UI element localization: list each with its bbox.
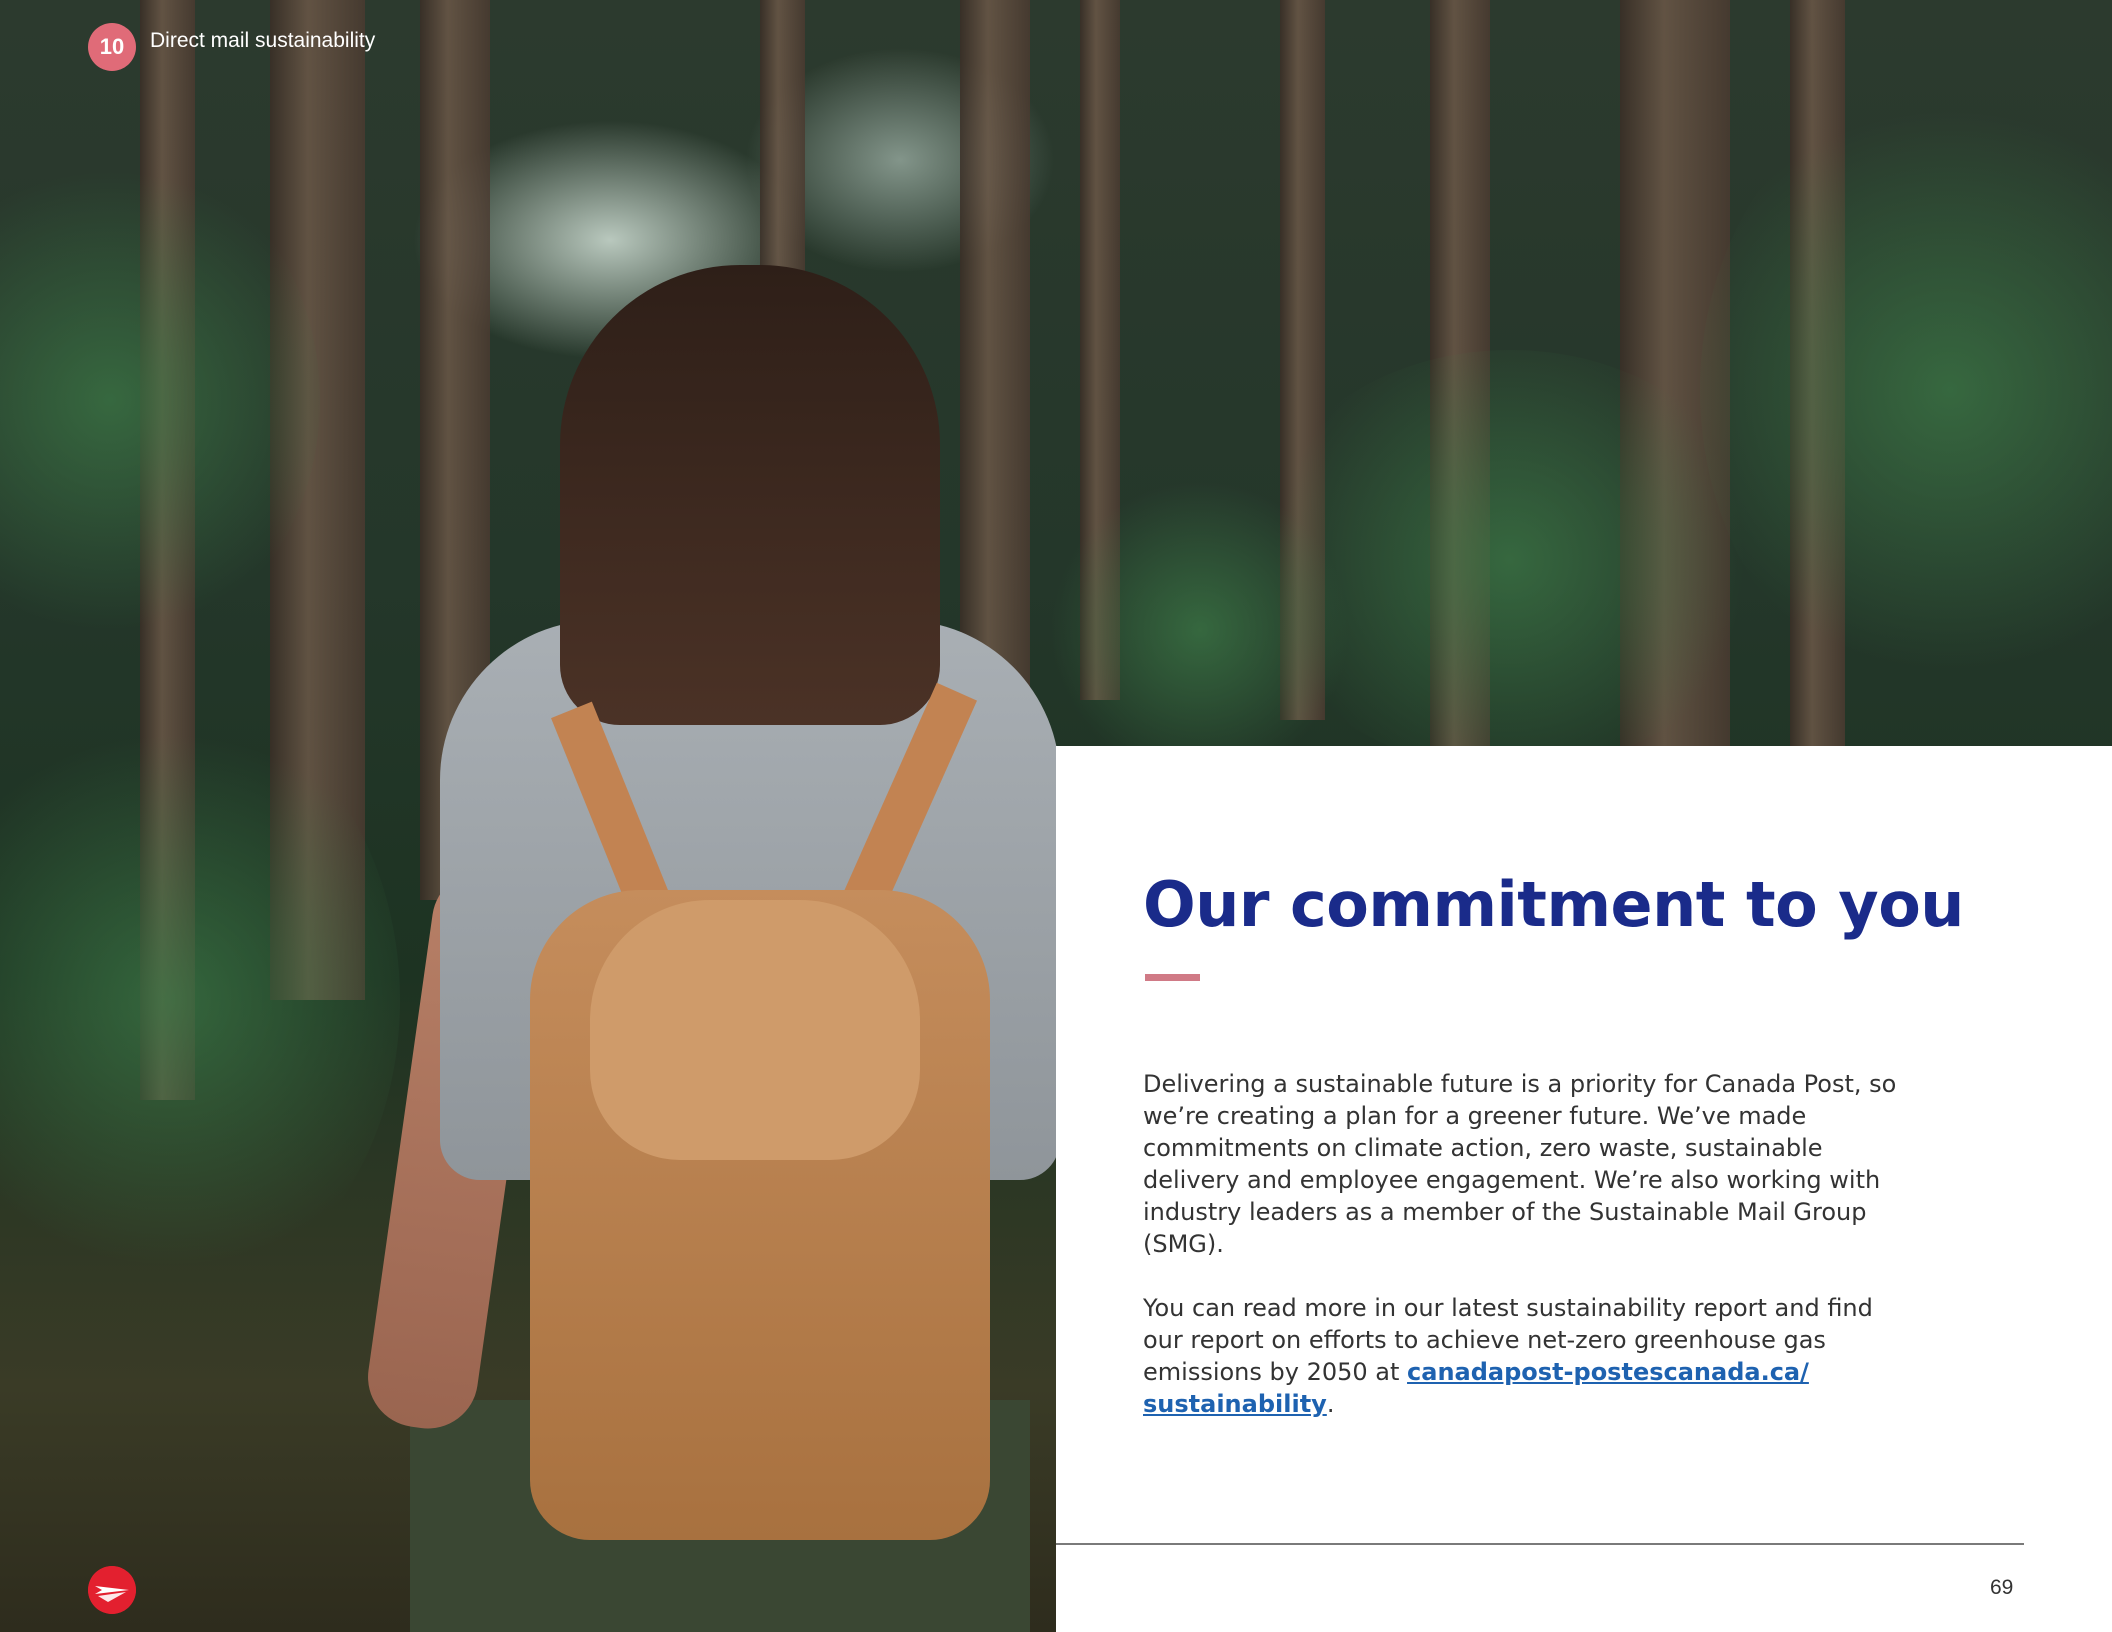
link-text-line-2: sustainability [1143, 1390, 1327, 1418]
chapter-number-badge: 10 [88, 23, 136, 71]
paragraph-2-end: . [1326, 1390, 1335, 1418]
footer-divider [1056, 1543, 2024, 1545]
link-text-line-1: canadapost-postescanada.ca/ [1407, 1358, 1809, 1386]
accent-divider [1145, 974, 1200, 981]
page-title: Our commitment to you [1143, 868, 1964, 941]
body-paragraph-1: Delivering a sustainable future is a pri… [1143, 1070, 1897, 1258]
page-number: 69 [1990, 1576, 2014, 1599]
canada-post-logo-icon [88, 1566, 136, 1614]
body-paragraph-2: You can read more in our latest sustaina… [1143, 1292, 1903, 1420]
section-title: Direct mail sustainability [150, 29, 376, 52]
